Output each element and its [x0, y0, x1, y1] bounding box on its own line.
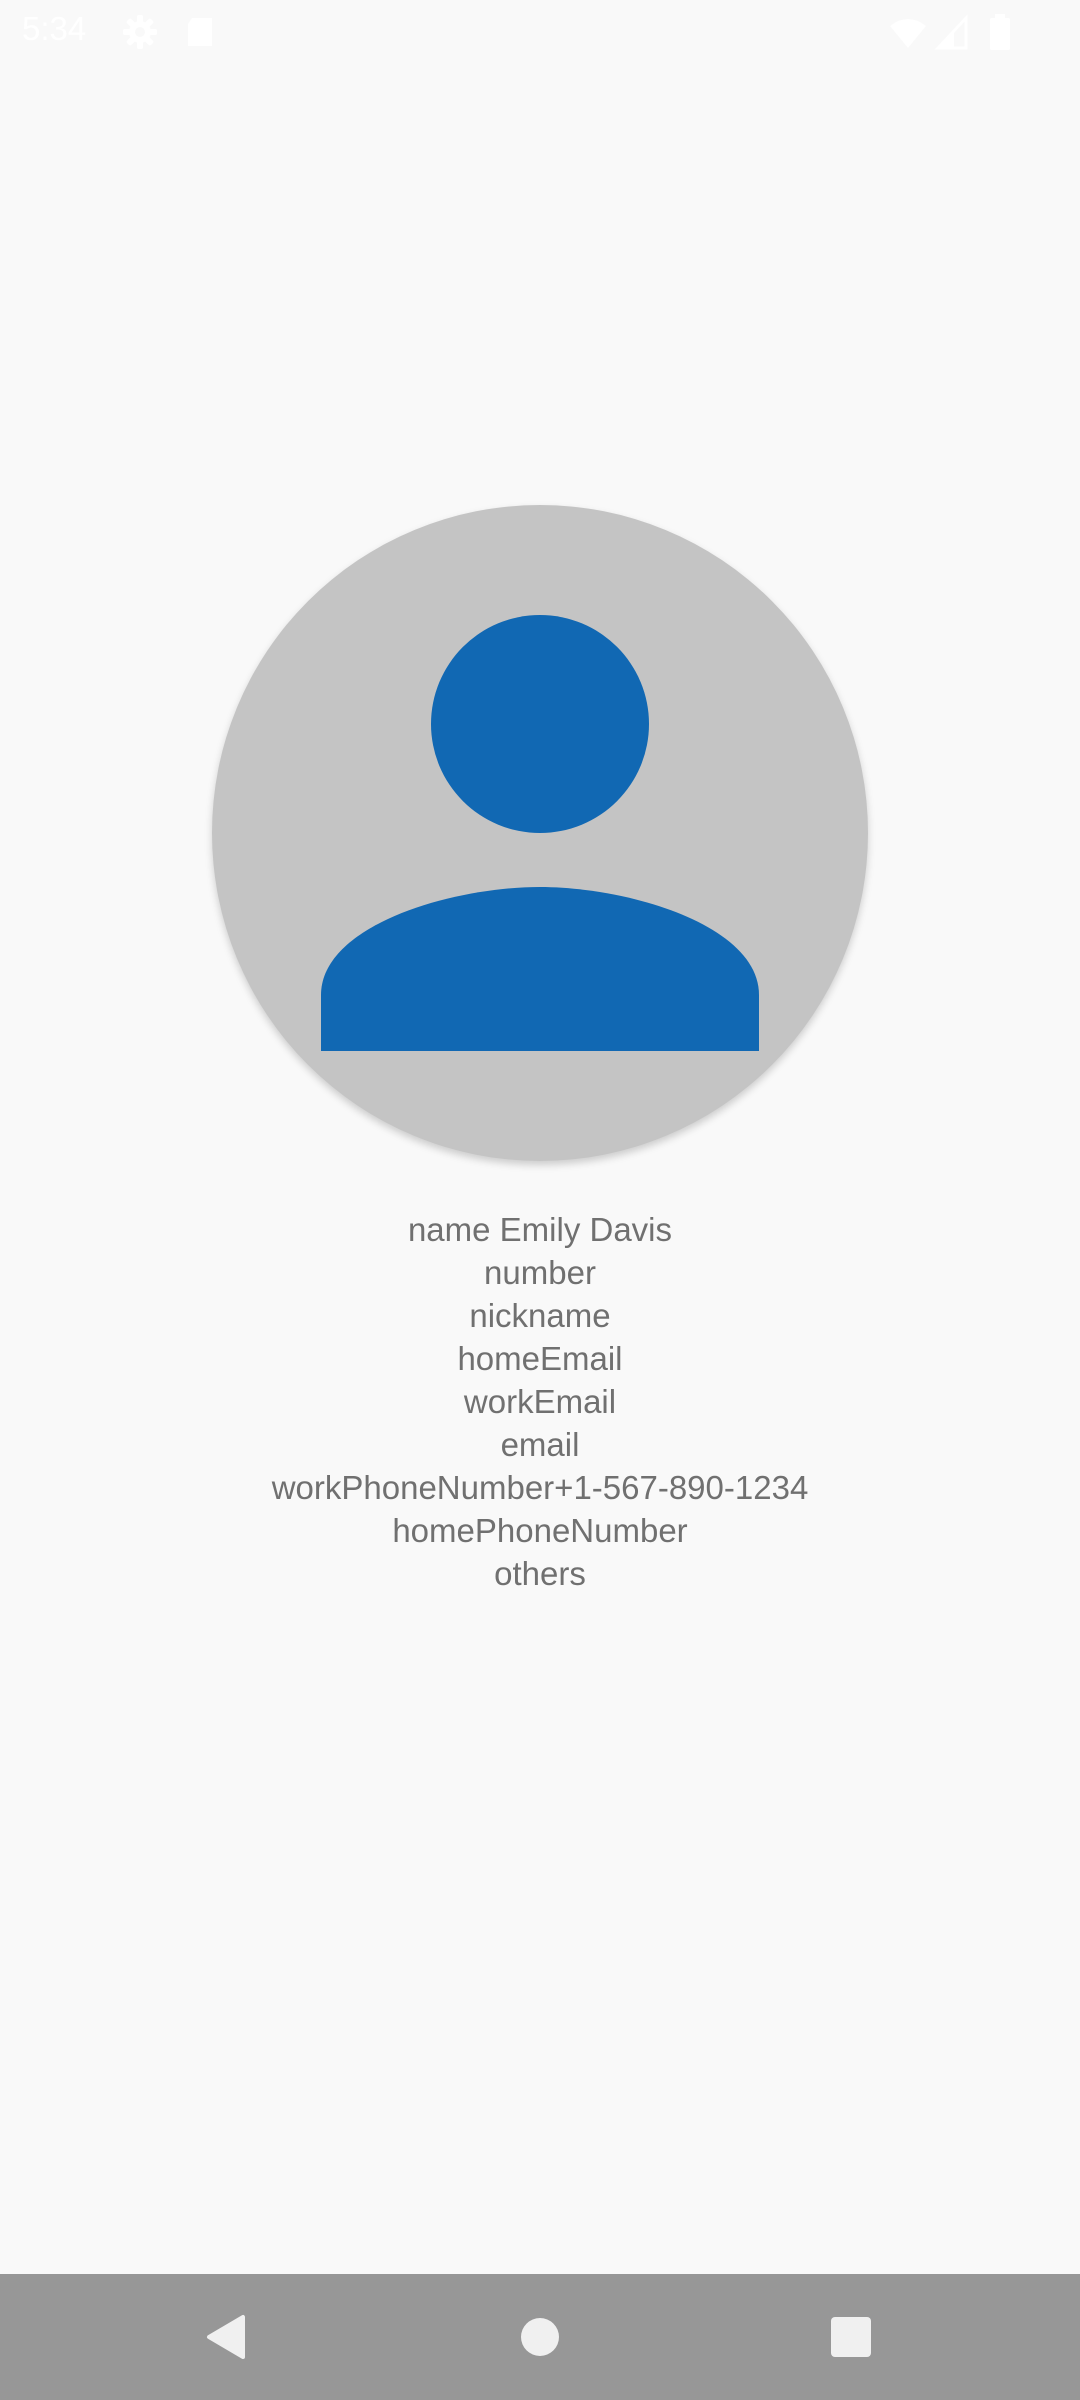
home-phone-line: homePhoneNumber — [392, 1512, 688, 1549]
wifi-icon — [888, 12, 928, 52]
contact-avatar — [212, 505, 868, 1161]
back-button[interactable] — [180, 2294, 270, 2380]
nickname-line: nickname — [469, 1297, 611, 1334]
name-line: name Emily Davis — [407, 1211, 673, 1248]
person-icon — [321, 615, 759, 1051]
number-line: number — [484, 1254, 596, 1291]
others-line: others — [494, 1555, 586, 1592]
home-button[interactable] — [495, 2294, 585, 2380]
sd-card-icon — [180, 12, 220, 52]
status-bar: 5:34 — [0, 0, 1080, 64]
recents-button[interactable] — [806, 2294, 896, 2380]
home-email-line: homeEmail — [457, 1340, 623, 1377]
email-line: email — [500, 1426, 580, 1463]
navigation-bar — [0, 2274, 1080, 2400]
work-phone-line: workPhoneNumber+1-567-890-1234 — [271, 1469, 809, 1506]
status-time: 5:34 — [22, 10, 87, 47]
recents-icon — [831, 2317, 871, 2357]
cellular-signal-icon — [932, 12, 972, 52]
home-icon — [521, 2318, 559, 2356]
settings-icon — [120, 12, 160, 52]
contact-details: name Emily Davis number nickname homeEma… — [0, 1208, 1080, 1595]
back-icon — [207, 2315, 245, 2359]
work-email-line: workEmail — [463, 1383, 617, 1420]
battery-icon — [980, 12, 1020, 52]
